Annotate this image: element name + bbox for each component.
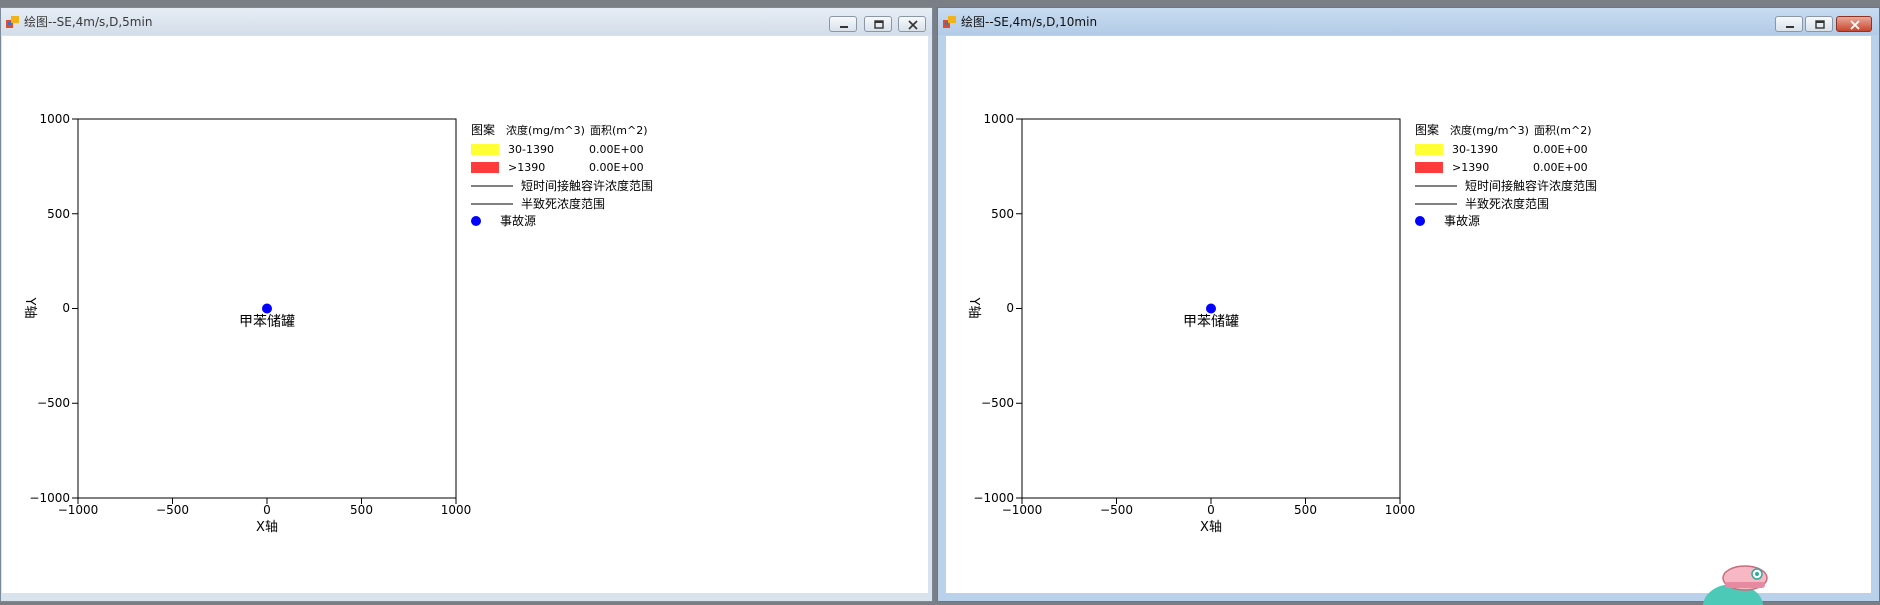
plot-canvas: 1000 500 0 −500 −1000 −1000 −500 0 500 1… [22,112,653,535]
legend-range: >1390 [1452,161,1489,174]
y-tick-label: 1000 [39,112,70,126]
y-tick-label: −500 [37,396,70,410]
legend-line-label: 短时间接触容许浓度范围 [521,178,653,193]
legend-area: 0.00E+00 [1533,143,1588,156]
legend-area: 0.00E+00 [1533,161,1588,174]
close-icon [908,20,918,30]
legend-header-pattern: 图案 [1415,122,1439,137]
x-tick-label: −500 [156,503,189,517]
legend-area: 0.00E+00 [589,161,644,174]
legend-header-area: 面积(m^2) [1534,124,1592,137]
maximize-button[interactable] [864,16,892,32]
legend-source-label: 事故源 [1444,213,1480,228]
plot-canvas: 1000 500 0 −500 −1000 −1000 −500 0 500 1… [966,112,1597,535]
app-icon [6,16,19,28]
y-tick-label: 500 [47,207,70,221]
legend-header-concentration: 浓度(mg/m^3) [1450,123,1529,137]
title-bar[interactable]: 绘图--SE,4m/s,D,5min [1,8,932,35]
legend-source-label: 事故源 [500,213,536,228]
plot-area: 1000 500 0 −500 −1000 −1000 −500 0 500 1… [946,36,1871,593]
x-tick-label: 1000 [1385,503,1416,517]
plot-window-10min[interactable]: 绘图--SE,4m/s,D,10min 1000 500 0 −500 −100… [937,7,1880,602]
x-axis-label: X轴 [256,520,278,535]
close-button[interactable] [1836,16,1872,32]
legend-source-marker [1415,216,1425,226]
source-label: 甲苯储罐 [1183,313,1239,330]
legend-range: 30-1390 [508,143,554,156]
legend-source-marker [471,216,481,226]
x-tick-label: −1000 [1002,503,1043,517]
restore-icon [1815,20,1825,29]
legend-swatch-yellow [1415,144,1443,155]
desktop-mascot[interactable] [1695,548,1795,605]
minimize-button[interactable] [829,16,857,32]
y-tick-label: −500 [981,396,1014,410]
y-tick-label: 1000 [983,112,1014,126]
legend-line-label: 短时间接触容许浓度范围 [1465,178,1597,193]
x-axis-label: X轴 [1200,520,1222,535]
close-button[interactable] [898,16,926,32]
accident-source-point [1206,303,1216,314]
x-tick-label: −1000 [58,503,99,517]
legend-line-label: 半致死浓度范围 [1465,196,1549,211]
restore-icon [874,20,884,29]
window-title: 绘图--SE,4m/s,D,5min [24,15,153,29]
y-axis-label: Y轴 [22,297,37,319]
close-icon [1850,20,1860,30]
y-axis-label: Y轴 [966,297,981,319]
legend-line-label: 半致死浓度范围 [521,196,605,211]
legend-header-pattern: 图案 [471,122,495,137]
window-title: 绘图--SE,4m/s,D,10min [961,15,1098,29]
legend-swatch-red [1415,162,1443,173]
accident-source-point [262,303,272,314]
plot-window-5min[interactable]: 绘图--SE,4m/s,D,5min 1000 500 0 −500 −1000… [0,7,933,602]
legend-header-concentration: 浓度(mg/m^3) [506,123,585,137]
legend: 图案 浓度(mg/m^3) 面积(m^2) 30-1390 0.00E+00 >… [1415,122,1597,228]
app-icon [943,16,956,28]
legend-range: >1390 [508,161,545,174]
source-label: 甲苯储罐 [239,313,295,330]
title-bar[interactable]: 绘图--SE,4m/s,D,10min [938,8,1879,35]
legend: 图案 浓度(mg/m^3) 面积(m^2) 30-1390 0.00E+00 >… [471,122,653,228]
x-tick-label: −500 [1100,503,1133,517]
legend-range: 30-1390 [1452,143,1498,156]
y-tick-label: 0 [1006,301,1014,315]
legend-area: 0.00E+00 [589,143,644,156]
x-tick-label: 500 [350,503,373,517]
legend-header-area: 面积(m^2) [590,124,648,137]
x-tick-label: 0 [1207,503,1215,517]
plot-area: 1000 500 0 −500 −1000 −1000 −500 0 500 1… [2,36,928,593]
legend-swatch-red [471,162,499,173]
maximize-button[interactable] [1805,16,1833,32]
minimize-icon [840,26,848,28]
y-tick-label: 500 [991,207,1014,221]
minimize-icon [1786,26,1794,28]
x-tick-label: 0 [263,503,271,517]
minimize-button[interactable] [1775,16,1803,32]
legend-swatch-yellow [471,144,499,155]
y-tick-label: 0 [62,301,70,315]
x-tick-label: 1000 [441,503,472,517]
x-tick-label: 500 [1294,503,1317,517]
